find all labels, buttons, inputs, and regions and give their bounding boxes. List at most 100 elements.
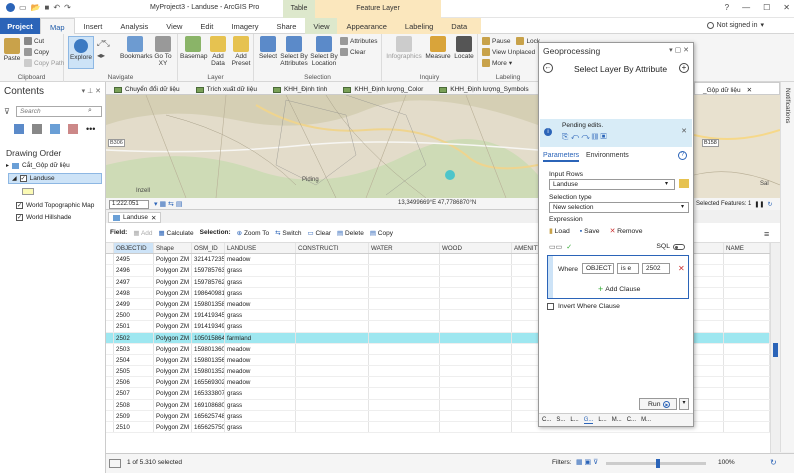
table-cell[interactable]: Polygon ZM (154, 354, 192, 366)
maximize-icon[interactable]: ☐ (763, 3, 770, 12)
layer-symbol-swatch[interactable] (22, 188, 34, 195)
redo-icon[interactable]: ↷ (64, 3, 71, 12)
table-cell[interactable] (296, 265, 369, 276)
copy-button[interactable]: ▤ Copy (370, 229, 393, 237)
tab-imagery[interactable]: Imagery (222, 18, 267, 34)
pane-bottom-tab[interactable]: C... (542, 417, 551, 423)
row-selector[interactable] (106, 265, 114, 276)
row-selector[interactable] (106, 422, 114, 433)
table-cell[interactable]: meadow (225, 343, 296, 354)
table-cell[interactable] (440, 354, 512, 366)
pane-bottom-tab[interactable]: L... (598, 417, 606, 423)
map-tab[interactable]: Trích xuất dữ liệu (188, 82, 265, 95)
tab-labeling[interactable]: Labeling (395, 17, 443, 34)
table-cell[interactable]: 2509 (114, 410, 154, 421)
pane-bottom-tab[interactable]: C... (627, 417, 636, 423)
add-icon[interactable]: + (679, 63, 689, 73)
table-cell[interactable]: Polygon ZM (154, 287, 192, 298)
table-cell[interactable] (440, 310, 512, 321)
table-cell[interactable]: meadow (225, 298, 296, 310)
table-cell[interactable] (369, 410, 440, 421)
add-data-button[interactable]: Add Data (208, 36, 228, 67)
table-cell[interactable] (724, 422, 770, 433)
table-tab-landuse[interactable]: Landuse ✕ (108, 212, 162, 223)
table-cell[interactable] (296, 276, 369, 287)
table-cell[interactable] (440, 287, 512, 298)
tab-appearance[interactable]: Appearance (337, 17, 396, 34)
table-cell[interactable] (369, 366, 440, 377)
table-cell[interactable] (440, 343, 512, 354)
close-icon[interactable]: ✕ (747, 86, 752, 94)
tab-view[interactable]: View (157, 18, 191, 34)
table-cell[interactable] (440, 276, 512, 287)
table-cell[interactable]: meadow (225, 366, 296, 377)
table-cell[interactable] (296, 388, 369, 399)
table-cell[interactable]: Polygon ZM (154, 254, 192, 265)
table-cell[interactable]: Polygon ZM (154, 399, 192, 410)
zoom-slider[interactable] (606, 459, 706, 468)
paste-button[interactable]: Paste (3, 38, 21, 62)
open-icon[interactable]: 📂 (31, 3, 41, 12)
cut-button[interactable]: Cut (24, 37, 44, 45)
tab-parameters[interactable]: Parameters (543, 152, 580, 162)
add-clause-button[interactable]: + Add Clause (598, 284, 640, 294)
value-select[interactable]: 2502 (642, 263, 670, 274)
table-cell[interactable] (724, 399, 770, 410)
table-cell[interactable] (296, 287, 369, 298)
table-cell[interactable] (369, 321, 440, 332)
row-selector[interactable] (106, 287, 114, 298)
table-cell[interactable] (296, 399, 369, 410)
table-cell[interactable]: grass (225, 276, 296, 287)
table-cell[interactable] (369, 343, 440, 354)
table-cell[interactable] (369, 298, 440, 310)
copy-path-button[interactable]: Copy Path (24, 59, 64, 67)
input-rows-select[interactable]: Landuse (549, 179, 675, 190)
list-by-drawing-order-icon[interactable] (14, 124, 24, 134)
goto-xy-button[interactable]: Go To XY (152, 36, 174, 67)
table-cell[interactable]: 198640981 (192, 287, 225, 298)
save-button[interactable]: ▪ Save (580, 228, 600, 235)
toc-layer-hillshade[interactable]: ✓ World Hillshade (16, 214, 71, 221)
table-cell[interactable] (296, 321, 369, 332)
table-cell[interactable] (369, 354, 440, 366)
table-cell[interactable]: 165625748 (192, 410, 225, 421)
table-cell[interactable]: 2506 (114, 377, 154, 388)
map-tab[interactable]: KHH_Định lượng_Color (335, 82, 431, 95)
table-cell[interactable]: 2505 (114, 366, 154, 377)
expand-icon[interactable]: ◢ (12, 175, 17, 182)
zoom-to-button[interactable]: ⊕ Zoom To (237, 229, 269, 237)
column-header[interactable]: NAME (724, 243, 770, 254)
scale-select[interactable]: 1:222.051 (109, 200, 149, 209)
help-icon[interactable]: ? (725, 3, 729, 12)
table-cell[interactable] (440, 332, 512, 343)
table-cell[interactable] (369, 332, 440, 343)
tab-data[interactable]: Data (442, 17, 482, 34)
table-cell[interactable] (296, 310, 369, 321)
table-cell[interactable]: Polygon ZM (154, 298, 192, 310)
locate-button[interactable]: Locate (452, 36, 476, 60)
row-selector[interactable] (106, 388, 114, 399)
edit-toolbar-icons[interactable]: ⎘ ↶ ↷ ▥ ▣ (562, 132, 607, 142)
column-header[interactable]: WATER (369, 243, 440, 254)
run-button[interactable]: Run ▶ (639, 398, 677, 410)
column-header[interactable]: Shape (154, 243, 192, 254)
prev-next-icons[interactable]: ◂▸ (97, 51, 105, 60)
refresh-icon[interactable]: ↻ (770, 458, 777, 467)
list-by-source-icon[interactable] (32, 124, 42, 134)
table-cell[interactable] (724, 254, 770, 265)
toggle-switch[interactable] (673, 243, 685, 250)
row-selector[interactable] (106, 343, 114, 354)
row-selector[interactable] (106, 332, 114, 343)
table-cell[interactable] (369, 254, 440, 265)
bookmarks-button[interactable]: Bookmarks (120, 36, 153, 60)
more-icon[interactable]: ••• (86, 124, 95, 134)
filter-icons[interactable]: ▦ ▣ ⊽ (576, 458, 598, 466)
table-cell[interactable] (369, 276, 440, 287)
tab-project[interactable]: Project (0, 17, 40, 34)
table-cell[interactable]: Polygon ZM (154, 377, 192, 388)
table-cell[interactable]: 2503 (114, 343, 154, 354)
table-cell[interactable] (440, 321, 512, 332)
clear-button[interactable]: ▭ Clear (308, 229, 332, 237)
column-header[interactable]: CONSTRUCTI (296, 243, 369, 254)
table-cell[interactable]: Polygon ZM (154, 410, 192, 421)
